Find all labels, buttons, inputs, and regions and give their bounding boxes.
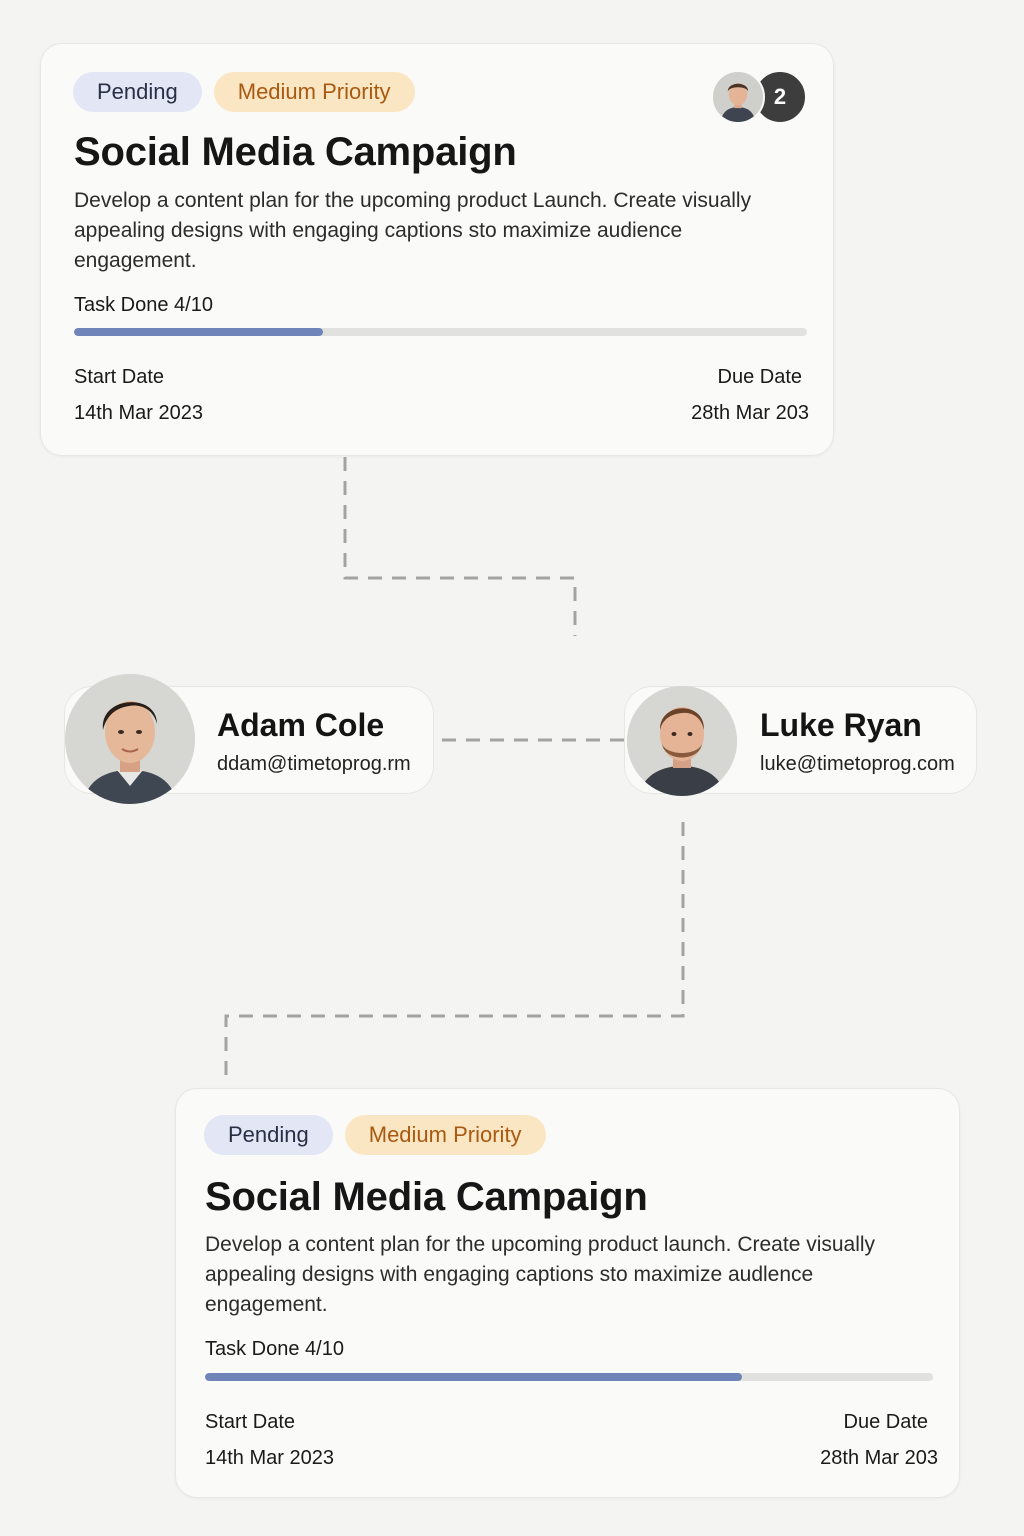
task-card[interactable]: Pending Medium Priority Social Media Cam… (175, 1088, 960, 1498)
priority-badge: Medium Priority (213, 72, 415, 112)
person-name: Adam Cole (217, 707, 385, 743)
due-date-label: Due Date (843, 1411, 929, 1433)
person-name: Luke Ryan (760, 707, 922, 743)
assignee-avatar[interactable] (711, 70, 765, 124)
person-avatar-icon (713, 72, 763, 122)
task-progress-label: Task Done 4/10 (74, 294, 213, 316)
due-date-label: Due Date (717, 366, 803, 388)
due-date-value: 28th Mar 203 (820, 1447, 938, 1469)
due-date-value: 28th Mar 203 (691, 402, 809, 424)
start-date-value: 14th Mar 2023 (74, 402, 203, 424)
card-description: Develop a content plan for the upcoming … (205, 1233, 876, 1316)
badge-row: Pending Medium Priority (73, 72, 415, 112)
person-email[interactable]: luke@timetoprog.com (760, 753, 955, 776)
start-date-value: 14th Mar 2023 (205, 1447, 334, 1469)
priority-badge: Medium Priority (344, 1115, 546, 1155)
progress-bar (205, 1373, 933, 1381)
task-progress-label: Task Done 4/10 (205, 1338, 344, 1360)
badge-row: Pending Medium Priority (204, 1115, 546, 1155)
person-photo-icon (627, 686, 737, 796)
start-date-label: Start Date (74, 366, 165, 388)
progress-fill (74, 328, 324, 336)
avatar[interactable] (65, 674, 195, 804)
connector-luke-to-card2 (224, 822, 685, 1076)
avatar[interactable] (627, 686, 737, 796)
connector-card1-to-luke (343, 457, 577, 636)
card-title: Social Media Campaign (74, 130, 517, 174)
person-card-adam-cole[interactable]: Adam Cole ddam@timetoprog.rm (64, 674, 434, 804)
person-card-luke-ryan[interactable]: Luke Ryan luke@timetoprog.com (624, 686, 977, 796)
card-title: Social Media Campaign (205, 1175, 648, 1219)
card-description: Develop a content plan for the upcoming … (74, 189, 752, 272)
person-email[interactable]: ddam@timetoprog.rm (217, 753, 411, 776)
task-card[interactable]: Pending Medium Priority 2 Social Media C… (40, 43, 834, 456)
progress-fill (205, 1373, 742, 1381)
status-badge: Pending (73, 72, 202, 112)
status-badge: Pending (204, 1115, 333, 1155)
start-date-label: Start Date (205, 1411, 296, 1433)
progress-bar (74, 328, 807, 336)
assignee-avatars[interactable]: 2 (711, 70, 807, 126)
person-photo-icon (65, 674, 195, 804)
